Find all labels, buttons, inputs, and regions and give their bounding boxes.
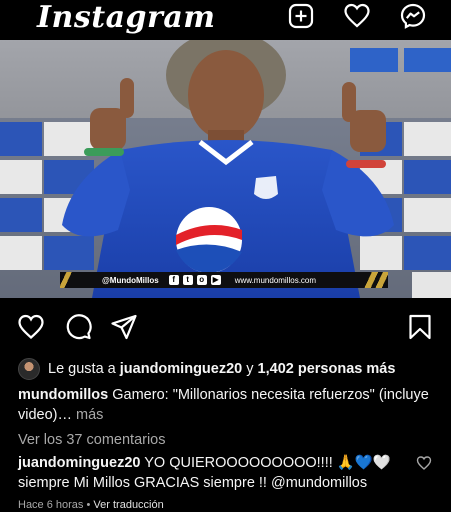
caption-author[interactable]: mundomillos: [18, 387, 108, 403]
instagram-icon: o: [196, 275, 207, 285]
likes-count[interactable]: 1,402 personas más: [258, 361, 396, 377]
likes-connector: y: [246, 361, 254, 377]
caption-more-link[interactable]: más: [76, 407, 103, 423]
youtube-icon: ▶: [210, 275, 221, 285]
messenger-icon[interactable]: [400, 3, 426, 29]
twitter-icon: t: [182, 275, 193, 285]
instagram-logo: Instagram: [37, 0, 216, 35]
watermark-banner: @MundoMillos f t o ▶ www.mundomillos.com: [60, 272, 388, 288]
comment-like-icon[interactable]: [416, 455, 432, 471]
post-meta: Hace 6 horas • Ver traducción: [18, 499, 164, 511]
post-caption: mundomillos Gamero: "Millonarios necesit…: [18, 385, 438, 425]
translate-link[interactable]: Ver traducción: [93, 499, 163, 511]
likes-user[interactable]: juandominguez20: [120, 361, 242, 377]
comment-author[interactable]: juandominguez20: [18, 455, 140, 471]
meta-separator: •: [86, 499, 91, 511]
comment-icon[interactable]: [64, 313, 92, 341]
avatar: [18, 358, 40, 380]
facebook-icon: f: [168, 275, 179, 285]
new-post-icon[interactable]: [288, 3, 314, 29]
save-icon[interactable]: [406, 313, 434, 341]
top-bar: Instagram: [0, 0, 451, 40]
share-icon[interactable]: [110, 313, 138, 341]
post-actions: [0, 305, 451, 345]
post-time: Hace 6 horas: [18, 499, 84, 511]
likes-summary[interactable]: Le gusta a juandominguez20 y 1,402 perso…: [18, 357, 395, 381]
like-icon[interactable]: [17, 313, 45, 341]
post-photo[interactable]: @MundoMillos f t o ▶ www.mundomillos.com: [0, 40, 451, 298]
likes-prefix: Le gusta a: [48, 361, 116, 377]
heart-icon[interactable]: [344, 3, 370, 29]
comment: juandominguez20 YO QUIEROOOOOOOOO!!!! 🙏💙…: [18, 453, 413, 493]
banner-social-icons: f t o ▶: [168, 275, 221, 285]
view-comments-link[interactable]: Ver los 37 comentarios: [18, 432, 166, 448]
banner-handle: @MundoMillos: [102, 275, 159, 285]
banner-site: www.mundomillos.com: [234, 275, 317, 285]
